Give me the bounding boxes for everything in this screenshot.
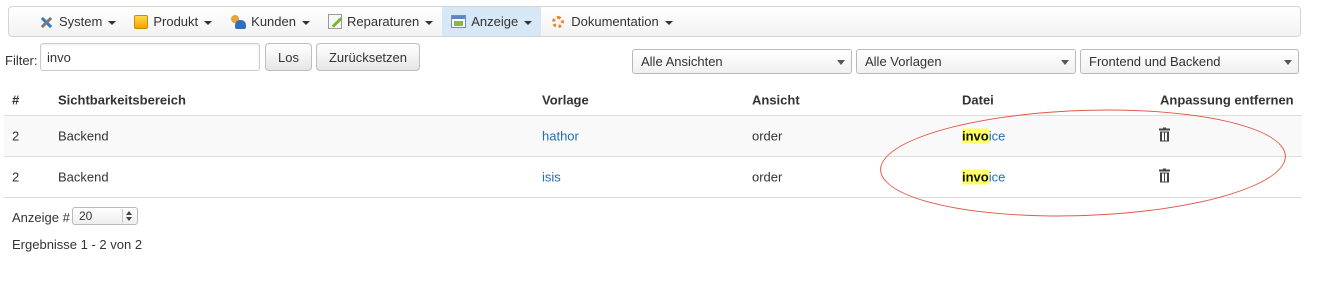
header-file[interactable]: Datei xyxy=(962,92,994,107)
menu-anzeige-label: Anzeige xyxy=(471,14,519,29)
trash-icon xyxy=(1159,127,1170,142)
reset-button[interactable]: Zurücksetzen xyxy=(316,43,420,71)
search-button[interactable]: Los xyxy=(265,43,312,71)
scope-filter-select[interactable]: Frontend und Backend xyxy=(1080,49,1299,74)
row-scope: Backend xyxy=(58,128,109,144)
row-file-link[interactable]: invoice xyxy=(962,128,1006,144)
row-template-link[interactable]: isis xyxy=(542,170,561,185)
row-view: order xyxy=(752,169,783,185)
caret-down-icon xyxy=(204,20,213,25)
row-id: 2 xyxy=(12,169,20,185)
customers-icon xyxy=(230,14,247,30)
page-size-label: Anzeige # xyxy=(12,210,70,225)
row-template-link[interactable]: hathor xyxy=(542,129,579,144)
file-name-rest: ice xyxy=(988,128,1006,144)
trash-icon xyxy=(1159,168,1170,183)
table-row: 2 Backend hathor order invoice xyxy=(4,116,1302,157)
menu-system-label: System xyxy=(59,14,103,29)
menu-dokumentation-label: Dokumentation xyxy=(571,14,659,29)
caret-down-icon xyxy=(301,20,310,25)
menu-reparaturen-label: Reparaturen xyxy=(346,14,420,29)
view-filter-select[interactable]: Alle Ansichten xyxy=(632,49,852,74)
table-row: 2 Backend isis order invoice xyxy=(4,157,1302,198)
dropdown-arrow-icon xyxy=(1284,60,1292,65)
header-id[interactable]: # xyxy=(12,92,19,107)
caret-down-icon xyxy=(425,20,434,25)
header-template[interactable]: Vorlage xyxy=(542,92,589,107)
menu-kunden[interactable]: Kunden xyxy=(221,7,319,36)
dropdown-arrow-icon xyxy=(837,60,845,65)
menu-reparaturen[interactable]: Reparaturen xyxy=(319,7,442,36)
main-menu-bar: System Produkt Kunden Reparaturen Anzeig… xyxy=(8,6,1301,37)
template-filter-value: Alle Vorlagen xyxy=(865,54,942,69)
header-remove-override: Anpassung entfernen xyxy=(1160,92,1294,107)
tools-icon xyxy=(38,14,54,30)
display-icon xyxy=(451,15,467,28)
page-size-select[interactable]: 20 xyxy=(72,207,138,225)
menu-anzeige[interactable]: Anzeige xyxy=(442,7,542,36)
header-scope[interactable]: Sichtbarkeitsbereich xyxy=(58,92,186,107)
results-count: Ergebnisse 1 - 2 von 2 xyxy=(12,237,143,252)
documentation-icon xyxy=(550,14,566,30)
menu-produkt-label: Produkt xyxy=(153,14,199,29)
stepper-arrows-icon xyxy=(122,209,135,223)
row-scope: Backend xyxy=(58,169,109,185)
remove-override-button[interactable] xyxy=(1159,168,1170,186)
search-match-highlight: invo xyxy=(962,128,989,144)
template-filter-select[interactable]: Alle Vorlagen xyxy=(856,49,1076,74)
caret-down-icon xyxy=(524,20,533,25)
product-icon xyxy=(134,14,149,29)
row-file-link[interactable]: invoice xyxy=(962,169,1006,185)
repairs-icon xyxy=(327,14,342,29)
filter-search-input[interactable] xyxy=(40,43,260,71)
table-header: # Sichtbarkeitsbereich Vorlage Ansicht D… xyxy=(4,84,1302,116)
view-filter-value: Alle Ansichten xyxy=(641,54,723,69)
file-name-rest: ice xyxy=(988,169,1006,185)
menu-produkt[interactable]: Produkt xyxy=(125,7,221,36)
menu-kunden-label: Kunden xyxy=(251,14,296,29)
remove-override-button[interactable] xyxy=(1159,127,1170,145)
menu-dokumentation[interactable]: Dokumentation xyxy=(541,7,681,36)
dropdown-arrow-icon xyxy=(1061,60,1069,65)
caret-down-icon xyxy=(664,20,673,25)
search-match-highlight: invo xyxy=(962,169,989,185)
row-id: 2 xyxy=(12,128,20,144)
filter-label: Filter: xyxy=(5,53,38,68)
page-size-value: 20 xyxy=(79,209,93,223)
scope-filter-value: Frontend und Backend xyxy=(1089,54,1221,69)
caret-down-icon xyxy=(108,20,117,25)
overrides-table: # Sichtbarkeitsbereich Vorlage Ansicht D… xyxy=(4,84,1302,198)
header-view[interactable]: Ansicht xyxy=(752,92,800,107)
row-view: order xyxy=(752,128,783,144)
menu-system[interactable]: System xyxy=(29,7,125,36)
